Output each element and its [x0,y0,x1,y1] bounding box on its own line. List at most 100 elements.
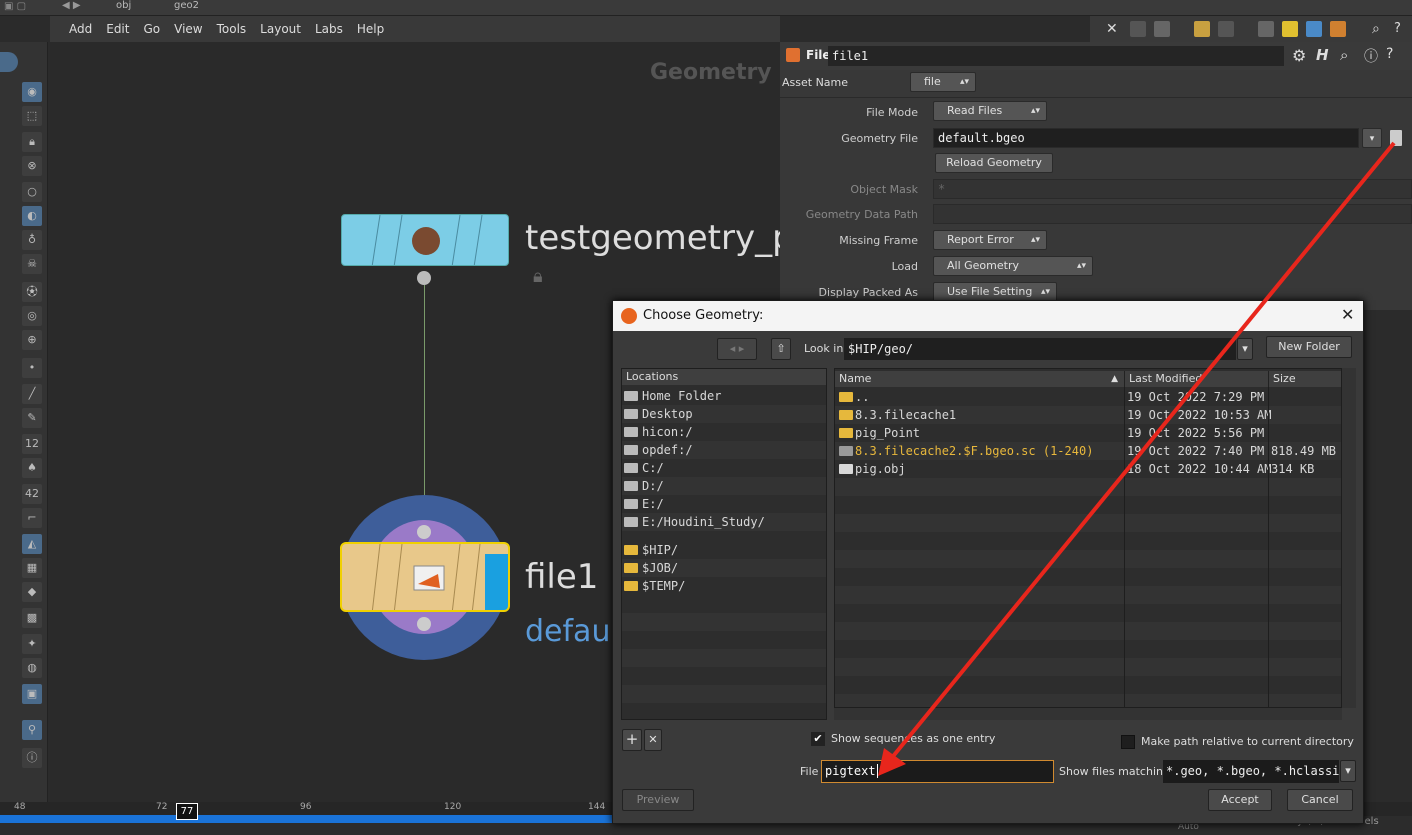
image-icon[interactable] [1306,21,1322,37]
map-tool-icon[interactable]: ▩ [22,608,42,628]
file-row[interactable]: pig.obj 18 Oct 2022 10:44 AM 314 KB [835,460,1341,478]
reload-geometry-button[interactable]: Reload Geometry [935,153,1053,173]
column-size[interactable]: Size [1269,371,1341,387]
gear-icon[interactable]: ⚙ [1292,46,1306,65]
menu-go[interactable]: Go [136,16,167,42]
location-item[interactable]: $TEMP/ [622,577,826,595]
load-menu[interactable]: All Geometry ▴▾ [933,256,1093,276]
list-icon[interactable] [1154,21,1170,37]
snap-tool-icon[interactable]: ⊕ [22,330,42,350]
look-in-field[interactable]: $HIP/geo/ [844,338,1236,360]
view-tool-icon[interactable]: ◉ [22,82,42,102]
twelve-tool-icon[interactable]: 12 [22,434,42,454]
display-icon[interactable] [1258,21,1274,37]
file1-node[interactable] [340,542,510,612]
cross-tool-icon[interactable]: ⊗ [22,156,42,176]
brush-tool-icon[interactable]: ╱ [22,384,42,404]
new-folder-button[interactable]: New Folder [1266,336,1352,358]
location-item[interactable]: E:/ [622,495,826,513]
nav-back-forward-button[interactable]: ◂ ▸ [717,338,757,360]
remove-location-button[interactable]: ✕ [644,729,662,751]
eye-tool-icon[interactable]: ◎ [22,306,42,326]
location-item[interactable]: hicon:/ [622,423,826,441]
location-item[interactable]: D:/ [622,477,826,495]
testgeometry-node[interactable] [341,214,509,266]
window-controls-icon[interactable]: ▣ ▢ [4,1,26,12]
asset-name-menu[interactable]: file ▴▾ [910,72,976,92]
note-icon[interactable] [1282,21,1298,37]
location-item[interactable]: E:/Houdini_Study/ [622,513,826,531]
menu-tools[interactable]: Tools [210,16,254,42]
location-item[interactable]: Home Folder [622,387,826,405]
file-mode-menu[interactable]: Read Files ▴▾ [933,101,1047,121]
input-connector[interactable] [417,525,431,539]
angle-tool-icon[interactable]: ⌐ [22,508,42,528]
add-location-button[interactable]: + [622,729,642,751]
output-connector-file1[interactable] [417,617,431,631]
ball-tool-icon[interactable]: ⚽︎ [22,282,42,302]
file-row[interactable]: .. 19 Oct 2022 7:29 PM [835,388,1341,406]
location-item[interactable]: C:/ [622,459,826,477]
geometry-data-path-field[interactable] [933,204,1412,224]
picture-tool-icon[interactable]: ▣ [22,684,42,704]
node-name-field[interactable]: file1 [828,46,1284,66]
file-row[interactable]: 8.3.filecache1 19 Oct 2022 10:53 AM [835,406,1341,424]
filter-dropdown[interactable]: ▾ [1340,760,1356,782]
search-params-icon[interactable]: ⌕ [1340,46,1348,64]
missing-frame-menu[interactable]: Report Error ▴▾ [933,230,1047,250]
plane-tool-icon[interactable]: ◭ [22,534,42,554]
cancel-button[interactable]: Cancel [1287,789,1353,811]
current-frame-marker[interactable]: 77 [176,803,198,820]
location-item[interactable]: opdef:/ [622,441,826,459]
output-connector[interactable] [417,271,431,285]
menu-help[interactable]: Help [350,16,391,42]
location-item[interactable]: Desktop [622,405,826,423]
file-chooser-icon[interactable] [1390,130,1402,146]
filter-field[interactable]: *.geo, *.bgeo, *.hclassic [1163,760,1339,783]
geometry-file-dropdown[interactable]: ▾ [1362,128,1382,148]
menu-view[interactable]: View [167,16,209,42]
search-icon[interactable]: ⌕ [1372,21,1388,37]
path-geo[interactable]: geo2 [174,0,199,11]
column-name[interactable]: Name ▲ [835,371,1125,387]
bulb-tool-icon[interactable]: ♁ [22,230,42,250]
tools-icon[interactable]: ✕ [1106,21,1122,37]
ring-tool-icon[interactable]: ◍ [22,658,42,678]
file-row[interactable]: pig_Point 19 Oct 2022 5:56 PM [835,424,1341,442]
up-folder-button[interactable]: ⇧ [771,338,791,360]
preview-button[interactable]: Preview [622,789,694,811]
menu-edit[interactable]: Edit [99,16,136,42]
display-packed-menu[interactable]: Use File Setting ▴▾ [933,282,1057,302]
select-tool-icon[interactable]: ⬚ [22,106,42,126]
relative-path-checkbox[interactable] [1121,735,1135,749]
houdini-help-icon[interactable]: H [1316,46,1329,64]
file-name-input[interactable]: pigtext [821,760,1054,783]
star-tool-icon[interactable]: ✦ [22,634,42,654]
pin-tool-icon[interactable]: ⚲ [22,720,42,740]
nav-back-icon[interactable]: ◀ ▶ [62,0,81,11]
sphere-tool-icon[interactable]: ○ [22,182,42,202]
horizontal-scrollbar[interactable] [834,708,1342,720]
skull-tool-icon[interactable]: ☠ [22,254,42,274]
info-icon[interactable]: ⓘ [1364,46,1378,66]
path-obj[interactable]: obj [116,0,131,11]
shelf-toggle[interactable] [0,52,18,72]
object-mask-field[interactable]: * [933,179,1412,199]
tree-icon[interactable] [1130,21,1146,37]
file-row[interactable]: 8.3.filecache2.$F.bgeo.sc (1-240) 19 Oct … [835,442,1341,460]
menu-labs[interactable]: Labs [308,16,350,42]
location-item[interactable]: $JOB/ [622,559,826,577]
location-item[interactable]: $HIP/ [622,541,826,559]
show-sequences-checkbox[interactable]: ✔ [811,732,825,746]
layout-icon[interactable] [1218,21,1234,37]
info-tool-icon[interactable]: ⓘ [22,748,42,768]
light-tool-icon[interactable]: ◐ [22,206,42,226]
grid-color-icon[interactable] [1194,21,1210,37]
fortytwo-tool-icon[interactable]: 42 [22,484,42,504]
pen-tool-icon[interactable]: ✎ [22,408,42,428]
menu-layout[interactable]: Layout [253,16,308,42]
vertical-scrollbar[interactable] [1342,368,1356,708]
paint-tool-icon[interactable]: ♠ [22,458,42,478]
hat-icon[interactable] [1330,21,1346,37]
column-modified[interactable]: Last Modified [1125,371,1269,387]
